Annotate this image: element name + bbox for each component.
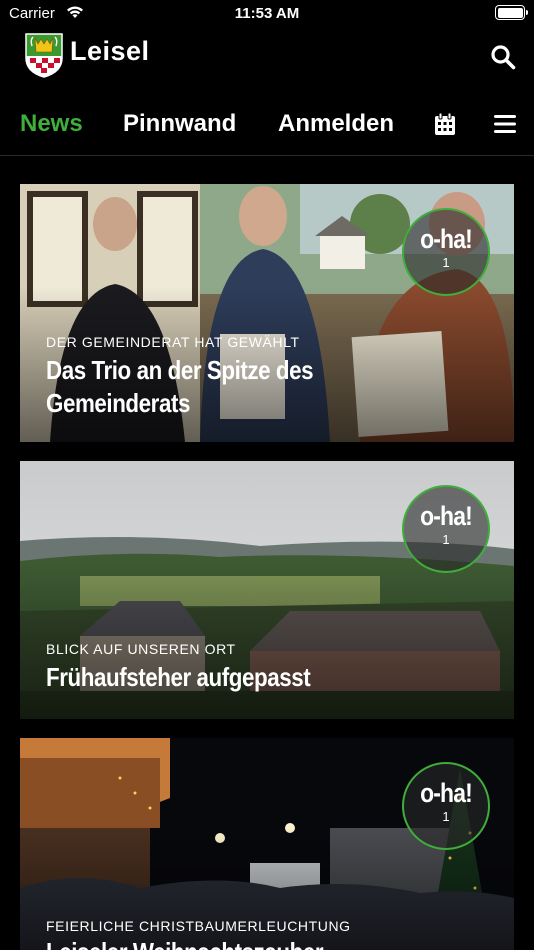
battery-icon: [495, 5, 528, 20]
card-title: Das Trio an der Spitze des Gemeinderats: [46, 355, 314, 418]
oha-count: 1: [442, 809, 450, 824]
clock: 11:53 AM: [234, 5, 300, 22]
news-card[interactable]: BLICK AUF UNSEREN ORT Frühaufsteher aufg…: [20, 461, 514, 719]
oha-label: o-ha!: [420, 778, 473, 808]
tab-anmelden[interactable]: Anmelden: [278, 110, 394, 138]
oha-reaction-button[interactable]: o-ha! 1: [402, 208, 490, 296]
coat-of-arms-logo[interactable]: [24, 32, 64, 78]
oha-count: 1: [442, 532, 450, 547]
tab-news[interactable]: News: [20, 110, 83, 138]
status-bar: Carrier 11:53 AM: [0, 0, 534, 28]
oha-reaction-button[interactable]: o-ha! 1: [402, 762, 490, 850]
news-card[interactable]: DER GEMEINDERAT HAT GEWÄHLT Das Trio an …: [20, 184, 514, 442]
card-title: Frühaufsteher aufgepasst: [46, 662, 311, 692]
card-kicker: FEIERLICHE CHRISTBAUMERLEUCHTUNG: [46, 918, 351, 934]
oha-count: 1: [442, 255, 450, 270]
oha-label: o-ha!: [420, 501, 473, 531]
card-kicker: BLICK AUF UNSEREN ORT: [46, 641, 236, 657]
card-kicker: DER GEMEINDERAT HAT GEWÄHLT: [46, 334, 300, 350]
nav-divider: [0, 155, 534, 156]
news-card[interactable]: FEIERLICHE CHRISTBAUMERLEUCHTUNG Leisele…: [20, 738, 514, 950]
oha-reaction-button[interactable]: o-ha! 1: [402, 485, 490, 573]
menu-icon[interactable]: [493, 112, 517, 136]
oha-label: o-ha!: [420, 224, 473, 254]
app-title: Leisel: [70, 36, 150, 66]
main-nav: News Pinnwand Anmelden: [0, 104, 534, 154]
search-icon[interactable]: [490, 44, 516, 70]
card-title: Leiseler Weihnachtszauber: [46, 936, 373, 950]
tab-pinnwand[interactable]: Pinnwand: [123, 110, 236, 138]
calendar-icon[interactable]: [433, 112, 457, 136]
